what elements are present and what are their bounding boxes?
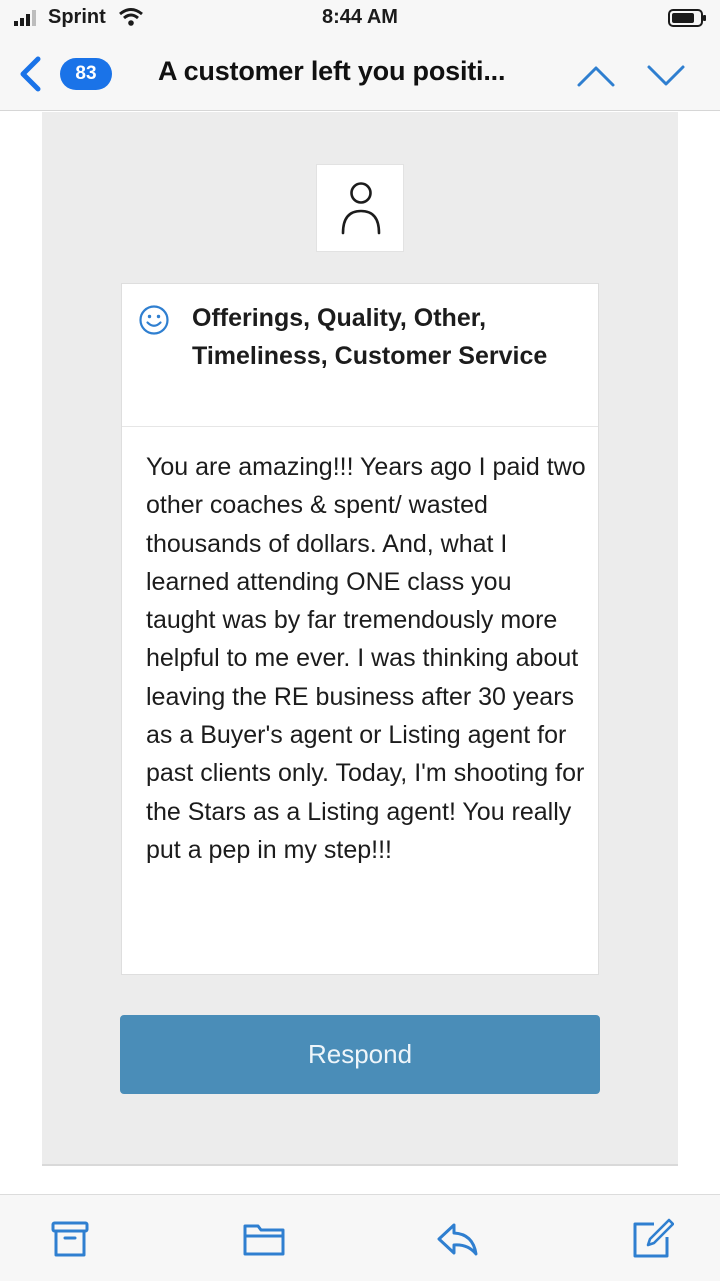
folder-icon[interactable] bbox=[242, 1217, 286, 1261]
person-icon bbox=[341, 182, 381, 235]
nav-bar: 83 A customer left you positi... bbox=[0, 40, 720, 111]
review-categories: Offerings, Quality, Other, Timeliness, C… bbox=[192, 304, 548, 370]
review-card: Offerings, Quality, Other, Timeliness, C… bbox=[121, 283, 599, 975]
compose-icon[interactable] bbox=[630, 1217, 674, 1261]
bottom-toolbar bbox=[0, 1194, 720, 1281]
review-text: You are amazing!!! Years ago I paid two … bbox=[146, 453, 586, 864]
battery-icon bbox=[668, 9, 706, 27]
smiley-face-icon bbox=[139, 305, 169, 335]
status-bar: Sprint 8:44 AM bbox=[0, 0, 720, 40]
divider bbox=[42, 1164, 678, 1166]
archive-icon[interactable] bbox=[48, 1217, 92, 1261]
unread-count-badge[interactable]: 83 bbox=[60, 58, 112, 90]
customer-avatar bbox=[316, 164, 404, 252]
next-message-icon[interactable] bbox=[646, 60, 686, 90]
back-chevron-icon[interactable] bbox=[16, 56, 46, 92]
reply-icon[interactable] bbox=[436, 1217, 480, 1261]
status-time: 8:44 AM bbox=[322, 6, 398, 28]
message-subject-title: A customer left you positi... bbox=[158, 56, 506, 86]
previous-message-icon[interactable] bbox=[576, 60, 616, 90]
review-card-header: Offerings, Quality, Other, Timeliness, C… bbox=[122, 284, 598, 427]
respond-button[interactable]: Respond bbox=[120, 1015, 600, 1094]
